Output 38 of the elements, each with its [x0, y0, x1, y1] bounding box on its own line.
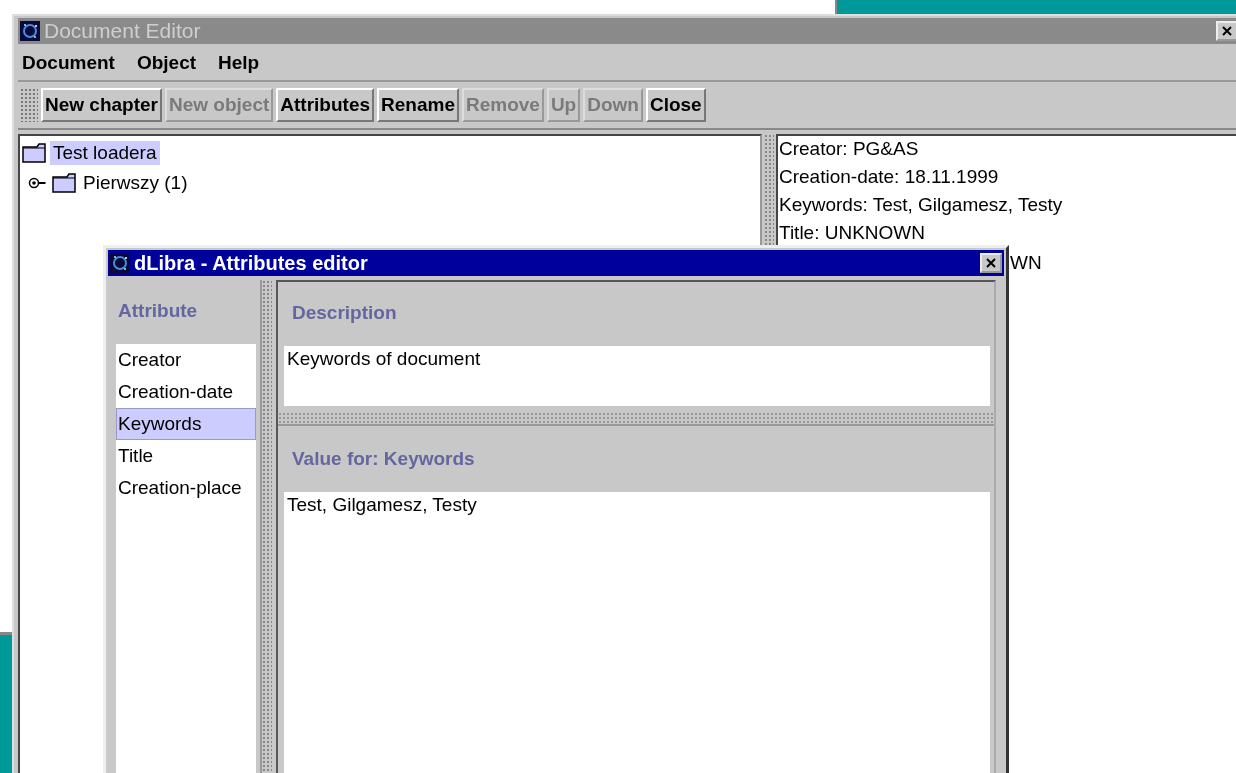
- menu-item[interactable]: Help: [218, 52, 260, 74]
- folder-icon: [52, 173, 76, 193]
- attribute-item[interactable]: Keywords: [116, 408, 256, 440]
- tree-node[interactable]: Pierwszy (1): [80, 171, 191, 195]
- window-title: dLibra - Attributes editor: [134, 251, 369, 275]
- splitter-handle[interactable]: [278, 412, 994, 426]
- splitter-handle[interactable]: [260, 280, 272, 773]
- app-icon: [20, 21, 40, 41]
- toolbar-button[interactable]: Rename: [377, 88, 459, 122]
- detail-line: Keywords: Test, Gilgamesz, Testy: [778, 193, 1064, 217]
- toolbar-grip[interactable]: [20, 88, 38, 122]
- attribute-item[interactable]: Creation-date: [116, 376, 256, 408]
- menu-item[interactable]: Object: [136, 52, 197, 74]
- toolbar-button[interactable]: Close: [645, 88, 706, 122]
- value-field[interactable]: Test, Gilgamesz, Testy: [284, 492, 990, 773]
- folder-icon: [22, 143, 46, 163]
- attribute-item[interactable]: Creator: [116, 344, 256, 376]
- panel-heading: Attribute: [117, 299, 199, 323]
- toolbar-button[interactable]: Attributes: [276, 88, 375, 122]
- attribute-item[interactable]: Title: [116, 440, 256, 472]
- detail-line: Title: UNKNOWN: [778, 221, 927, 245]
- toolbar-button[interactable]: New chapter: [41, 88, 162, 122]
- menu-item[interactable]: Document: [22, 52, 115, 74]
- panel-heading: Value for: Keywords: [291, 447, 476, 471]
- description-text: Keywords of document: [284, 346, 990, 406]
- detail-line: Creator: PG&AS: [778, 137, 920, 161]
- window-title: Document Editor: [44, 19, 202, 43]
- tree-node[interactable]: Test loadera: [50, 141, 160, 165]
- close-icon: [985, 257, 997, 269]
- close-icon: [1221, 25, 1233, 37]
- detail-line: WN: [1010, 251, 1042, 275]
- close-button[interactable]: [980, 253, 1002, 273]
- detail-line: Creation-date: 18.11.1999: [778, 165, 1000, 189]
- app-icon: [110, 253, 130, 273]
- attribute-item[interactable]: Creation-place: [116, 472, 256, 504]
- close-button[interactable]: [1216, 21, 1236, 41]
- panel-heading: Description: [291, 301, 398, 325]
- expand-handle-icon[interactable]: [28, 177, 48, 189]
